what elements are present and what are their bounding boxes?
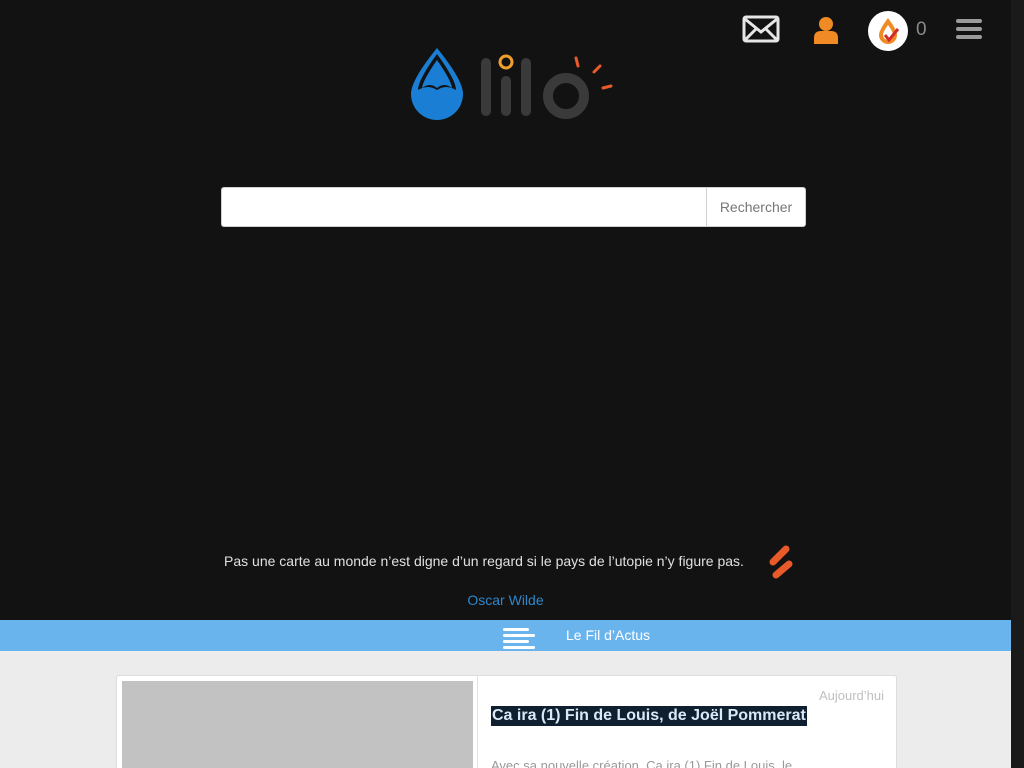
article-divider bbox=[477, 676, 478, 768]
article-thumbnail[interactable] bbox=[122, 681, 473, 768]
page: 0 Rechercher Pas une carte au monde n’es… bbox=[0, 0, 1024, 768]
quote-mark-icon bbox=[768, 544, 794, 582]
article-title-link[interactable]: Ca ira (1) Fin de Louis, de Joël Pommera… bbox=[491, 706, 807, 726]
search-button[interactable]: Rechercher bbox=[706, 187, 806, 227]
news-feed-label: Le Fil d’Actus bbox=[566, 627, 651, 643]
drops-count: 0 bbox=[916, 19, 927, 40]
article-excerpt: Avec sa nouvelle création, Ca ira (1) Fi… bbox=[491, 758, 793, 768]
scrollbar[interactable] bbox=[1011, 0, 1024, 768]
news-article-card[interactable]: Aujourd’hui Ca ira (1) Fin de Louis, de … bbox=[116, 675, 897, 768]
quote-author-link[interactable]: Oscar Wilde bbox=[0, 592, 1011, 608]
search-bar: Rechercher bbox=[221, 187, 806, 227]
lilo-logo[interactable] bbox=[408, 44, 618, 122]
envelope-icon[interactable] bbox=[742, 15, 780, 43]
user-icon[interactable] bbox=[813, 16, 839, 44]
hamburger-menu-icon[interactable] bbox=[956, 18, 982, 40]
quote-text: Pas une carte au monde n’est digne d’un … bbox=[224, 553, 744, 569]
search-input[interactable] bbox=[221, 187, 706, 227]
article-date: Aujourd’hui bbox=[818, 688, 884, 703]
water-drop-badge-icon[interactable] bbox=[868, 11, 908, 51]
